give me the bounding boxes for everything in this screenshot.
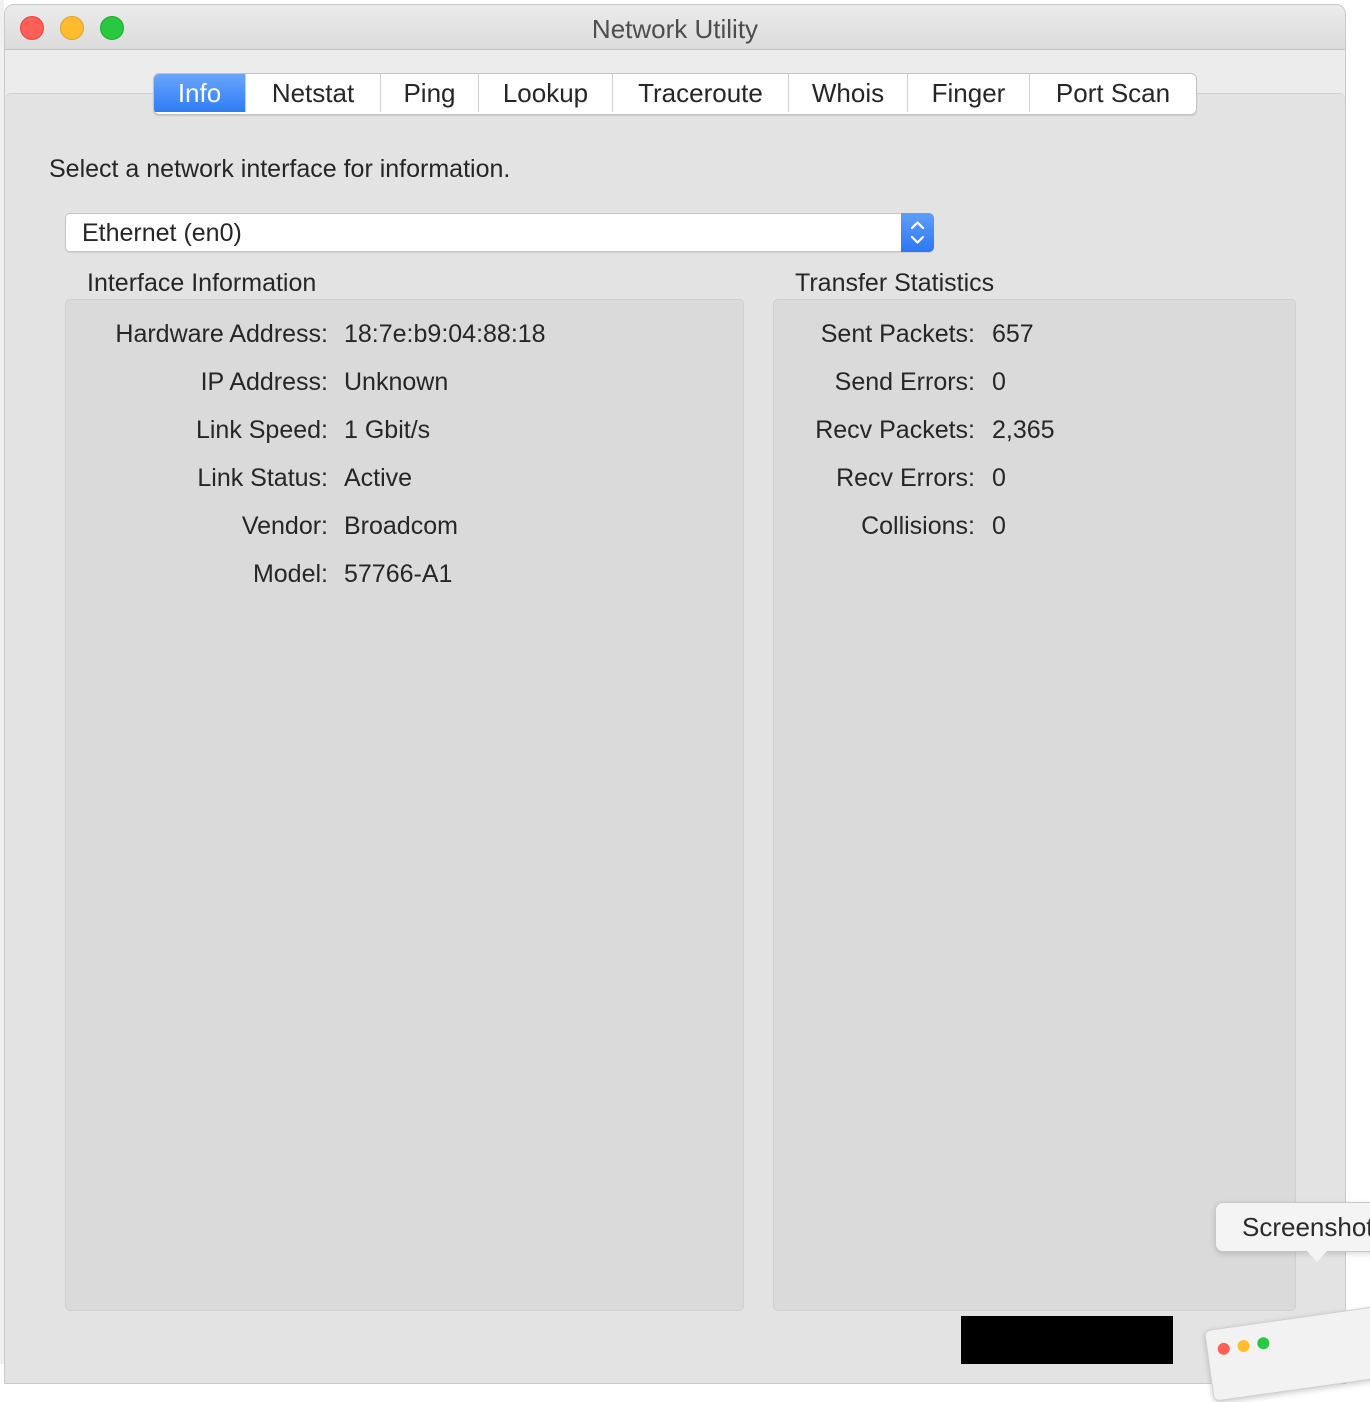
network-utility-window: Network Utility Info Netstat Ping Lookup… [4, 4, 1346, 1384]
interface-prompt: Select a network interface for informati… [49, 155, 511, 183]
info-label: Link Speed: [195, 416, 328, 444]
info-label: Vendor: [241, 512, 328, 540]
info-value: Broadcom [344, 512, 458, 540]
transfer-statistics-title: Transfer Statistics [795, 269, 995, 297]
info-value: 1 Gbit/s [344, 416, 431, 444]
transfer-statistics-box: Sent Packets: 657 Send Errors: 0 Recv Pa… [773, 299, 1296, 1311]
tab-label: Port Scan [1055, 77, 1171, 108]
info-label: Model: [252, 560, 328, 588]
info-value: 18:7e:b9:04:88:18 [344, 320, 546, 348]
stat-label: Recv Errors: [836, 464, 975, 492]
thumbnail-minimize-dot [1236, 1339, 1251, 1353]
info-label: Link Status: [197, 464, 328, 492]
screenshot-tooltip: Screenshot [1215, 1202, 1370, 1252]
tab-label: Ping [403, 77, 456, 108]
tab-label: Whois [811, 77, 885, 108]
stat-value: 0 [992, 512, 1006, 540]
up-down-chevron-icon[interactable] [901, 213, 934, 252]
info-label: Hardware Address: [115, 320, 328, 348]
tab-info[interactable]: Info [154, 74, 246, 112]
tab-label: Finger [931, 77, 1006, 108]
thumbnail-zoom-dot [1256, 1336, 1271, 1351]
interface-select-value: Ethernet (en0) [82, 219, 242, 247]
tab-label: Info [177, 77, 222, 108]
info-value: Active [344, 464, 413, 492]
interface-select[interactable]: Ethernet (en0) [65, 213, 934, 252]
interface-information-box: Hardware Address: 18:7e:b9:04:88:18 IP A… [65, 299, 744, 1311]
tab-traceroute[interactable]: Traceroute [613, 74, 789, 112]
tab-port-scan[interactable]: Port Scan [1030, 74, 1196, 112]
tooltip-text: Screenshot [1242, 1212, 1370, 1242]
tooltip-pointer [1306, 1250, 1328, 1262]
title-bar[interactable]: Network Utility [5, 5, 1345, 50]
stat-value: 2,365 [992, 416, 1055, 444]
tab-whois[interactable]: Whois [789, 74, 908, 112]
tab-finger[interactable]: Finger [908, 74, 1030, 112]
info-value: Unknown [344, 368, 449, 396]
stat-label: Recv Packets: [815, 416, 975, 444]
stat-value: 0 [992, 464, 1006, 492]
stat-label: Send Errors: [834, 368, 975, 396]
tab-label: Traceroute [638, 77, 763, 108]
tab-label: Lookup [502, 77, 589, 108]
info-label: IP Address: [200, 368, 328, 396]
tab-lookup[interactable]: Lookup [479, 74, 613, 112]
tab-bar: Info Netstat Ping Lookup Traceroute Whoi… [153, 73, 1197, 115]
info-value: 57766-A1 [344, 560, 453, 588]
stat-label: Collisions: [861, 512, 975, 540]
stat-label: Sent Packets: [820, 320, 975, 348]
window-title: Network Utility [591, 14, 759, 44]
stat-value: 0 [992, 368, 1006, 396]
stat-value: 657 [992, 320, 1034, 348]
redacted-area [961, 1316, 1173, 1364]
tab-label: Netstat [271, 77, 355, 108]
thumbnail-close-dot [1216, 1342, 1231, 1356]
interface-information-title: Interface Information [87, 269, 317, 297]
tab-netstat[interactable]: Netstat [246, 74, 381, 112]
tab-ping[interactable]: Ping [381, 74, 479, 112]
